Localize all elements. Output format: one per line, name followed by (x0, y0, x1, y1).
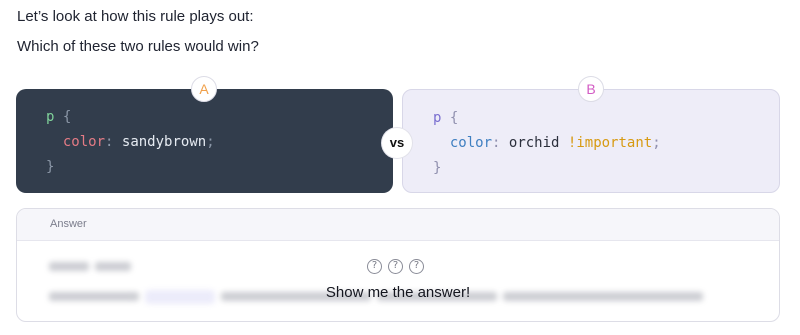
rule-b-colon: : (492, 135, 501, 151)
question-icon: ? (409, 259, 424, 274)
rule-a-selector: p (46, 109, 55, 125)
rule-b-line-1: p { (433, 106, 779, 131)
intro-line-2: Which of these two rules would win? (17, 38, 259, 55)
answer-panel: Answer ? ? ? Show me the answer! (16, 208, 780, 322)
rule-a-close-brace: } (46, 159, 55, 175)
rule-b-open-brace: { (449, 110, 459, 126)
rule-b-badge: B (578, 76, 604, 102)
answer-header: Answer (17, 209, 779, 241)
rule-a-colon: : (105, 134, 114, 150)
rule-b-value: orchid (508, 135, 560, 151)
rule-b-line-2: color: orchid !important; (433, 131, 779, 156)
question-icon: ? (367, 259, 382, 274)
rule-a-property: color (62, 134, 106, 150)
rule-a-badge: A (191, 76, 217, 102)
rule-b-important: !important (567, 135, 653, 151)
rule-a-line-1: p { (46, 105, 393, 130)
rule-a-code-block: p { color: sandybrown; } (16, 89, 393, 193)
rule-b-close-brace: } (433, 160, 442, 176)
question-icon: ? (388, 259, 403, 274)
rule-b-selector: p (433, 110, 442, 126)
help-icons: ? ? ? (367, 259, 424, 274)
rule-b-code-block: p { color: orchid !important; } (402, 89, 780, 193)
show-answer-button[interactable]: Show me the answer! (17, 284, 779, 301)
rule-b-property: color (449, 135, 493, 151)
intro-line-1: Let’s look at how this rule plays out: (17, 8, 254, 25)
rule-b-line-3: } (433, 156, 779, 181)
rule-a-value: sandybrown (121, 134, 207, 150)
rule-a-line-3: } (46, 155, 393, 180)
rule-a-line-2: color: sandybrown; (46, 130, 393, 155)
rule-b-semicolon: ; (652, 135, 661, 151)
intro-text: Let’s look at how this rule plays out: W… (17, 0, 259, 60)
rule-a-semicolon: ; (206, 134, 215, 150)
rule-a-open-brace: { (62, 109, 72, 125)
versus-badge: vs (382, 128, 412, 158)
